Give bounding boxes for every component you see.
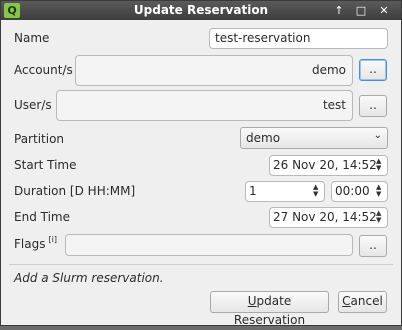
- pin-icon[interactable]: ↑: [331, 3, 347, 18]
- partition-label: Partition: [14, 132, 65, 146]
- accounts-value: demo: [311, 63, 346, 77]
- start-time-input[interactable]: 26 Nov 20, 14:52 ▲ ▼: [269, 155, 388, 176]
- duration-label: Duration [D HH:MM]: [14, 184, 136, 198]
- spinner-arrows-icon[interactable]: ▲ ▼: [376, 184, 384, 198]
- update-button-mnemonic: U: [247, 294, 257, 308]
- flags-label: Flags: [14, 237, 46, 251]
- flags-info-icon[interactable]: [i]: [48, 235, 56, 244]
- partition-value: demo: [246, 131, 281, 145]
- accounts-select-button[interactable]: ..: [359, 59, 387, 81]
- cancel-button[interactable]: Cancel: [338, 291, 387, 313]
- name-label: Name: [14, 31, 50, 45]
- spinner-arrows-icon[interactable]: ▲ ▼: [313, 184, 321, 198]
- end-time-input[interactable]: 27 Nov 20, 14:52 ▲ ▼: [269, 207, 388, 228]
- close-icon[interactable]: ✕: [376, 3, 392, 18]
- update-reservation-button[interactable]: Update Reservation: [210, 291, 329, 327]
- users-select-button[interactable]: ..: [359, 95, 387, 117]
- accounts-field[interactable]: demo: [75, 55, 353, 86]
- duration-days-input[interactable]: 1 ▲ ▼: [245, 181, 325, 202]
- flags-field[interactable]: [65, 234, 353, 256]
- chevron-down-icon: ⌄: [373, 130, 382, 141]
- accounts-label: Account/s: [14, 63, 73, 77]
- users-field[interactable]: test: [56, 90, 353, 121]
- name-input[interactable]: test-reservation: [209, 28, 388, 49]
- name-value: test-reservation: [215, 31, 311, 45]
- duration-time-value: 00:00: [335, 184, 370, 198]
- users-value: test: [322, 98, 346, 112]
- partition-select[interactable]: demo ⌄: [240, 127, 388, 149]
- status-text: Add a Slurm reservation.: [14, 271, 164, 285]
- spinner-arrows-icon[interactable]: ▲ ▼: [376, 210, 384, 224]
- users-label: User/s: [14, 98, 52, 112]
- flags-label-group: Flags [i]: [14, 235, 57, 251]
- cancel-button-label: ancel: [350, 294, 383, 308]
- update-button-label: pdate Reservation: [233, 294, 306, 327]
- maximize-icon[interactable]: □: [353, 3, 369, 18]
- update-reservation-dialog: Q Update Reservation ↑ □ ✕ Name test-res…: [0, 0, 402, 327]
- title-bar[interactable]: Q Update Reservation ↑ □ ✕: [1, 1, 401, 20]
- end-time-label: End Time: [14, 210, 70, 224]
- start-time-value: 26 Nov 20, 14:52: [273, 158, 377, 172]
- spinner-arrows-icon[interactable]: ▲ ▼: [376, 158, 384, 172]
- flags-select-button[interactable]: ..: [359, 235, 387, 257]
- end-time-value: 27 Nov 20, 14:52: [273, 210, 377, 224]
- separator: [9, 264, 393, 265]
- cancel-button-mnemonic: C: [342, 294, 351, 308]
- start-time-label: Start Time: [14, 158, 77, 172]
- duration-time-input[interactable]: 00:00 ▲ ▼: [331, 181, 388, 202]
- duration-days-value: 1: [249, 184, 257, 198]
